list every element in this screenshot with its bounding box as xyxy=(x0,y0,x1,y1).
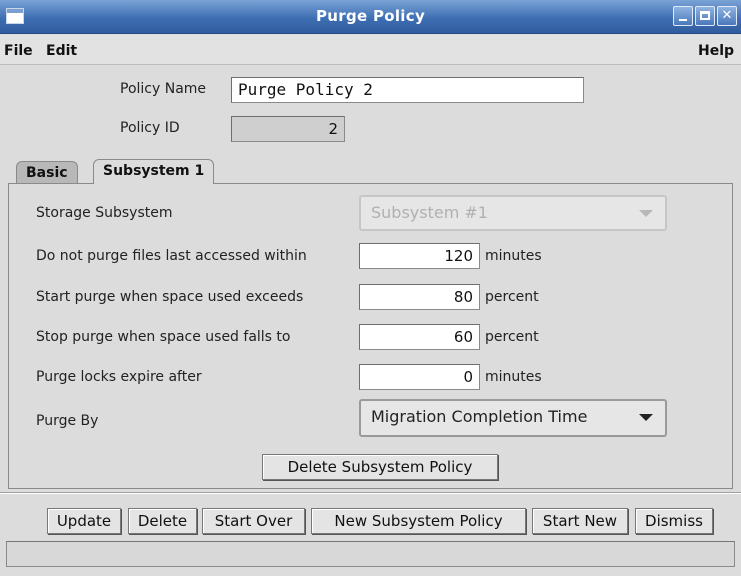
new-subsystem-policy-button[interactable]: New Subsystem Policy xyxy=(311,508,526,534)
row-unit-stop-purge: percent xyxy=(485,329,539,345)
status-bar xyxy=(6,541,735,567)
row-unit-accessed: minutes xyxy=(485,248,542,264)
tab-subsystem-1[interactable]: Subsystem 1 xyxy=(93,159,215,184)
delete-button[interactable]: Delete xyxy=(128,508,197,534)
close-icon[interactable]: ✕ xyxy=(717,6,737,26)
stop-purge-input[interactable]: 60 xyxy=(359,324,480,350)
delete-subsystem-policy-button[interactable]: Delete Subsystem Policy xyxy=(262,454,498,480)
update-button[interactable]: Update xyxy=(47,508,121,534)
row-label-stop-purge: Stop purge when space used falls to xyxy=(36,329,291,345)
row-unit-locks-expire: minutes xyxy=(485,369,542,385)
separator xyxy=(0,492,741,494)
policy-id-field: 2 xyxy=(231,116,345,142)
storage-subsystem-select: Subsystem #1 xyxy=(359,195,667,231)
menu-help[interactable]: Help xyxy=(698,43,734,59)
policy-id-label: Policy ID xyxy=(120,120,180,136)
start-new-button[interactable]: Start New xyxy=(532,508,628,534)
purge-by-label: Purge By xyxy=(36,413,99,429)
purge-by-value: Migration Completion Time xyxy=(371,407,588,426)
menu-file[interactable]: File xyxy=(4,43,33,59)
row-label-accessed: Do not purge files last accessed within xyxy=(36,248,307,264)
minimize-icon[interactable] xyxy=(673,6,693,26)
chevron-down-icon xyxy=(639,414,653,421)
dismiss-button[interactable]: Dismiss xyxy=(635,508,713,534)
purge-by-select[interactable]: Migration Completion Time xyxy=(359,399,667,437)
row-unit-start-purge: percent xyxy=(485,289,539,305)
policy-name-input[interactable]: Purge Policy 2 xyxy=(231,77,584,103)
start-purge-input[interactable]: 80 xyxy=(359,284,480,310)
storage-subsystem-value: Subsystem #1 xyxy=(371,203,488,222)
menu-edit[interactable]: Edit xyxy=(46,43,77,59)
tab-basic[interactable]: Basic xyxy=(16,161,78,183)
chevron-down-icon xyxy=(639,210,653,217)
start-over-button[interactable]: Start Over xyxy=(202,508,305,534)
accessed-within-input[interactable]: 120 xyxy=(359,243,480,269)
locks-expire-input[interactable]: 0 xyxy=(359,364,480,390)
storage-subsystem-label: Storage Subsystem xyxy=(36,205,173,221)
menu-bar: File Edit Help xyxy=(0,35,741,65)
maximize-icon[interactable] xyxy=(695,6,715,26)
row-label-locks-expire: Purge locks expire after xyxy=(36,369,202,385)
row-label-start-purge: Start purge when space used exceeds xyxy=(36,289,304,305)
title-bar: Purge Policy ✕ xyxy=(0,0,741,34)
policy-name-label: Policy Name xyxy=(120,81,207,97)
window-title: Purge Policy xyxy=(315,7,426,25)
